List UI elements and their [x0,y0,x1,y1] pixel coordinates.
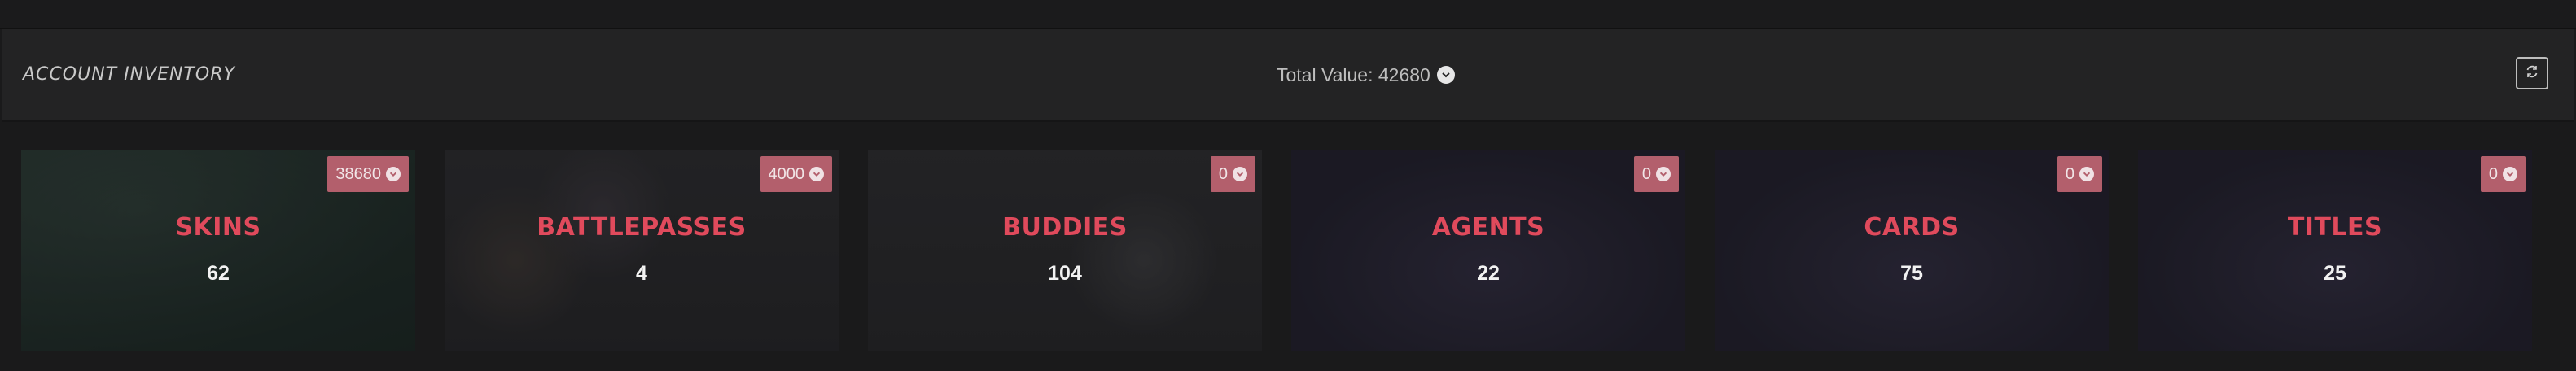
value-badge[interactable]: 0 [1633,156,1679,192]
category-count: 104 [1048,262,1082,285]
inventory-panel: ACCOUNT INVENTORY Total Value: 42680 386… [0,0,2576,371]
category-count: 75 [1900,262,1923,285]
chevron-down-icon[interactable] [1436,66,1455,84]
value-badge[interactable]: 0 [2057,156,2102,192]
badge-value: 4000 [768,164,805,183]
top-strip [0,0,2576,29]
inventory-header: ACCOUNT INVENTORY Total Value: 42680 [2,29,2574,122]
chevron-down-icon [2503,167,2517,181]
total-value-toggle[interactable]: Total Value: 42680 [1277,29,1455,120]
refresh-button[interactable] [2516,57,2548,89]
category-label: BATTLEPASSES [537,213,747,242]
category-card-skins[interactable]: 38680 SKINS 62 [21,150,415,351]
category-label: BUDDIES [1002,213,1128,242]
chevron-down-icon [809,167,824,181]
category-count: 62 [207,262,230,285]
badge-value: 0 [2488,164,2498,183]
value-badge[interactable]: 0 [2480,156,2526,192]
category-count: 25 [2324,262,2346,285]
category-card-battlepasses[interactable]: 4000 BATTLEPASSES 4 [445,150,839,351]
chevron-down-icon [1233,167,1247,181]
category-cards: 38680 SKINS 62 4000 BATTLEPASSES 4 0 BUD… [21,150,2555,351]
value-badge[interactable]: 4000 [760,156,832,192]
refresh-icon [2524,63,2540,84]
category-label: AGENTS [1431,213,1545,242]
category-label: TITLES [2287,213,2383,242]
category-card-buddies[interactable]: 0 BUDDIES 104 [868,150,1262,351]
category-count: 4 [636,262,647,285]
category-label: CARDS [1864,213,1960,242]
value-badge[interactable]: 0 [1210,156,1255,192]
badge-value: 0 [2065,164,2074,183]
chevron-down-icon [1656,167,1671,181]
value-badge[interactable]: 38680 [327,156,409,192]
category-count: 22 [1477,262,1500,285]
badge-value: 0 [1218,164,1228,183]
category-card-agents[interactable]: 0 AGENTS 22 [1291,150,1685,351]
badge-value: 38680 [335,164,381,183]
category-label: SKINS [175,213,261,242]
chevron-down-icon [2079,167,2094,181]
category-card-titles[interactable]: 0 TITLES 25 [2138,150,2532,351]
total-value-label: Total Value: 42680 [1277,64,1430,85]
category-card-cards[interactable]: 0 CARDS 75 [1715,150,2109,351]
badge-value: 0 [1641,164,1651,183]
page-title: ACCOUNT INVENTORY [23,64,235,85]
chevron-down-icon [386,167,401,181]
